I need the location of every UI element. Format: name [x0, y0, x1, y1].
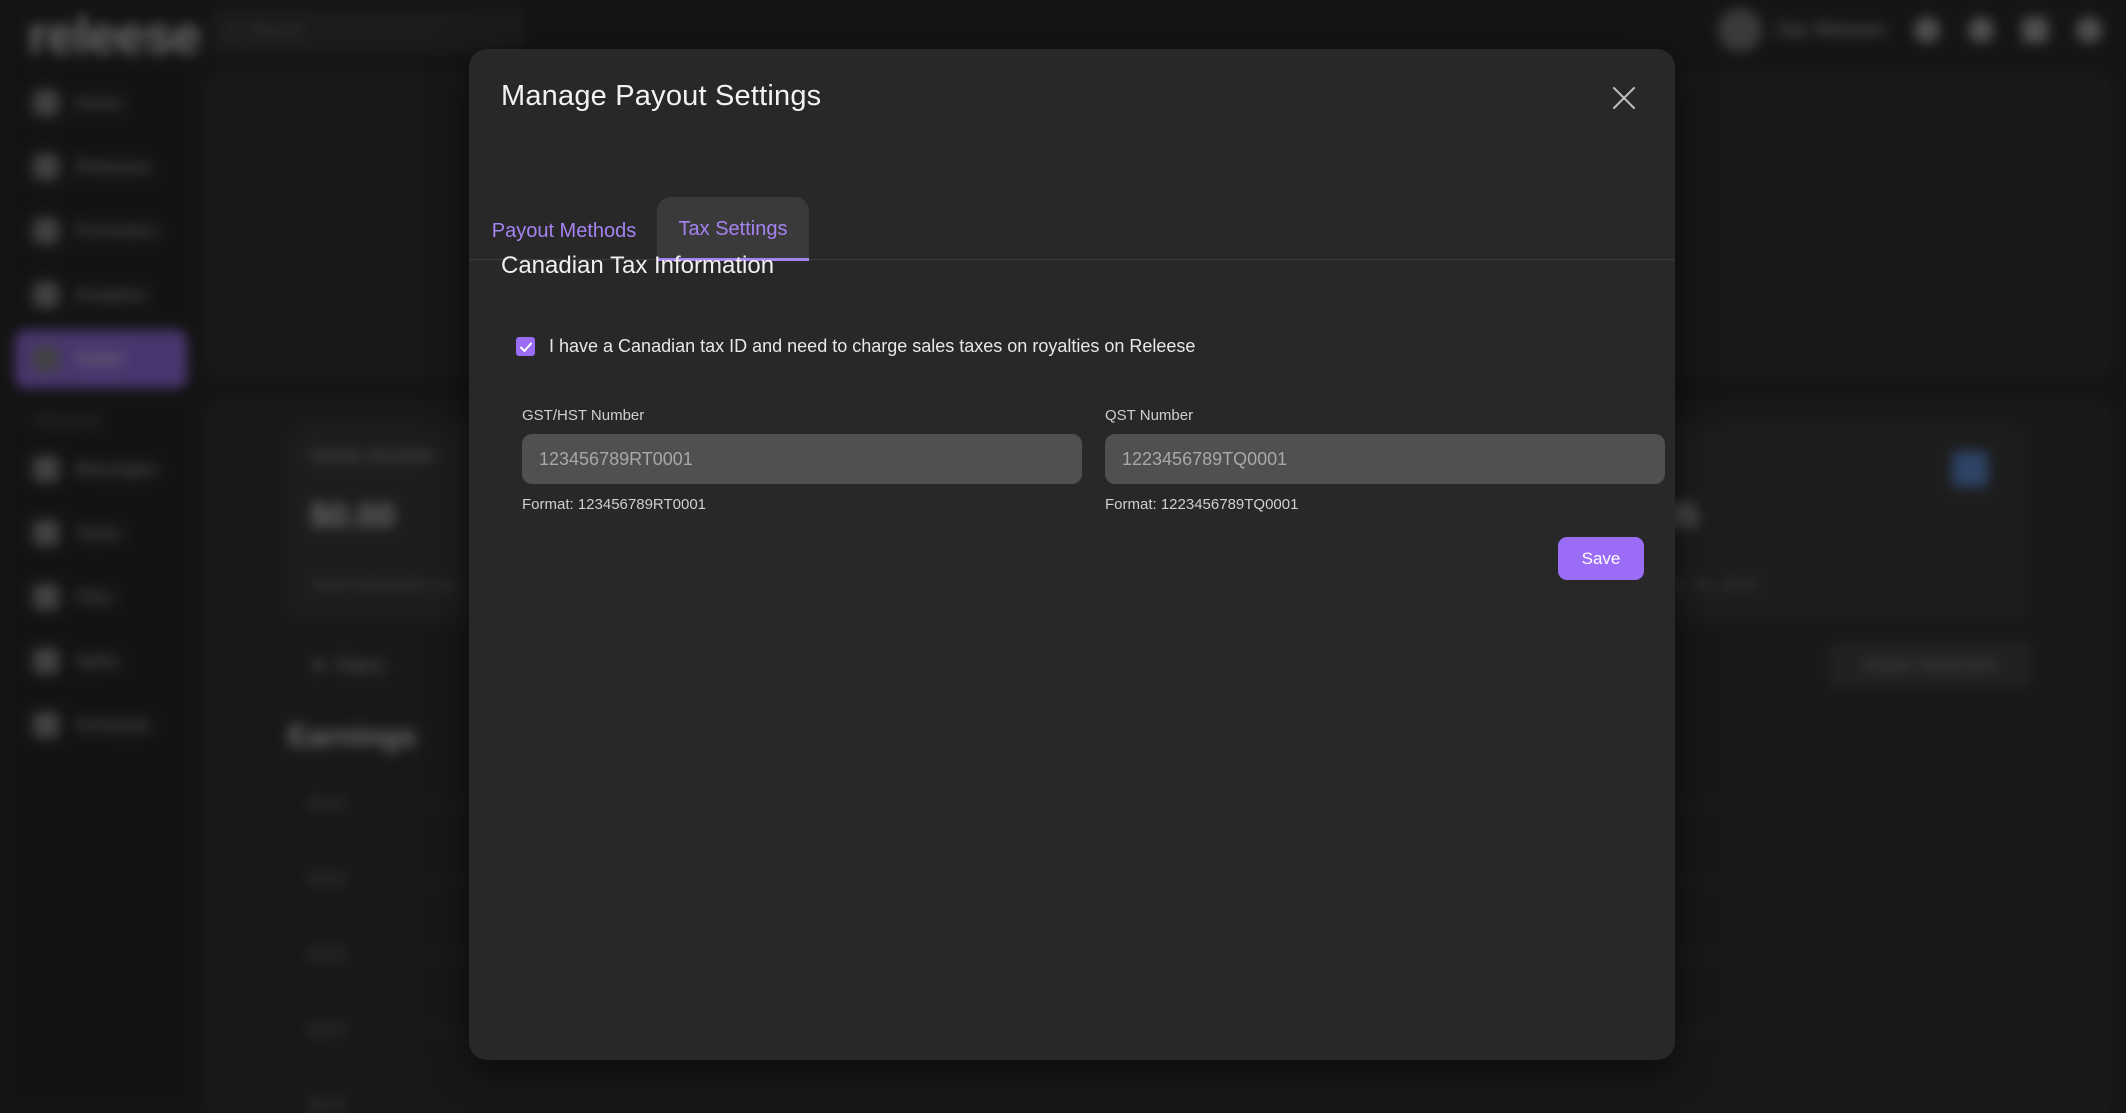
qst-label: QST Number	[1105, 407, 1194, 424]
gst-hst-label: GST/HST Number	[522, 407, 645, 424]
gst-hst-input[interactable]	[522, 434, 1082, 484]
qst-hint: Format: 1223456789TQ0001	[1105, 496, 1299, 513]
checkbox-label: I have a Canadian tax ID and need to cha…	[549, 336, 1196, 356]
save-button[interactable]: Save	[1558, 537, 1644, 580]
canadian-tax-checkbox[interactable]	[516, 337, 535, 356]
checkmark-icon	[519, 342, 532, 352]
qst-input[interactable]	[1105, 434, 1665, 484]
gst-hst-hint: Format: 123456789RT0001	[522, 496, 707, 513]
qst-field: QST Number Format: 1223456789TQ0001	[1105, 407, 1665, 513]
section-title: Canadian Tax Information	[501, 252, 775, 279]
gst-hst-field: GST/HST Number Format: 123456789RT0001	[522, 407, 1082, 513]
modal-tabs: Payout Methods Tax Settings	[469, 49, 1675, 261]
payout-settings-modal: Manage Payout Settings Payout Methods Ta…	[469, 49, 1675, 1060]
canadian-tax-consent: I have a Canadian tax ID and need to cha…	[516, 336, 1195, 357]
